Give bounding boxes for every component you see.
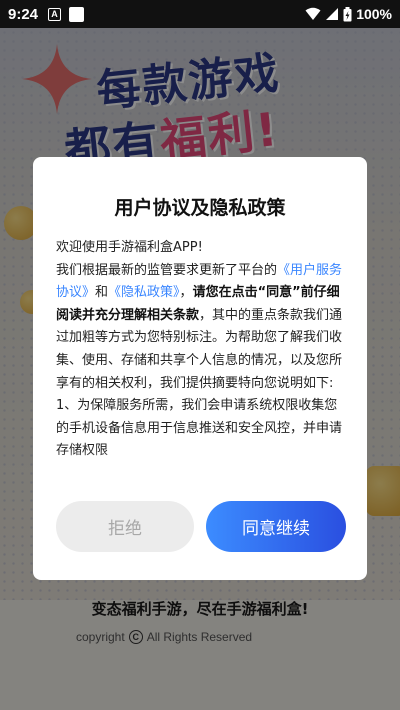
dialog-text: 和 <box>95 285 109 301</box>
privacy-policy-link[interactable]: 《隐私政策》 <box>108 285 180 300</box>
reject-button[interactable]: 拒绝 <box>56 501 194 552</box>
notification-square-icon <box>69 6 85 22</box>
accept-button[interactable]: 同意继续 <box>206 501 346 552</box>
scroll-fade <box>56 450 349 480</box>
dialog-paragraph: 欢迎使用手游福利盒APP! <box>56 240 203 255</box>
status-time: 9:24 <box>8 5 39 23</box>
dialog-body[interactable]: 欢迎使用手游福利盒APP! 我们根据最新的监管要求更新了平台的《用户服务协议》和… <box>56 237 349 480</box>
signal-icon <box>326 8 339 20</box>
status-bar: 9:24 A 100% <box>0 0 400 28</box>
battery-percent: 100% <box>356 6 392 22</box>
dialog-title: 用户协议及隐私政策 <box>114 197 286 219</box>
battery-icon <box>343 6 352 21</box>
dialog-text: ， <box>179 285 193 301</box>
dialog-text: 我们根据最新的监管要求更新了平台的 <box>56 262 278 278</box>
dialog-paragraph: 我们根据最新的监管要求更新了平台的《用户服务协议》和《隐私政策》，请您在点击“同… <box>56 260 349 396</box>
privacy-dialog: 用户协议及隐私政策 欢迎使用手游福利盒APP! 我们根据最新的监管要求更新了平台… <box>33 157 367 580</box>
notification-a-icon: A <box>48 7 62 21</box>
wifi-icon <box>305 7 321 20</box>
status-right: 100% <box>305 6 392 22</box>
